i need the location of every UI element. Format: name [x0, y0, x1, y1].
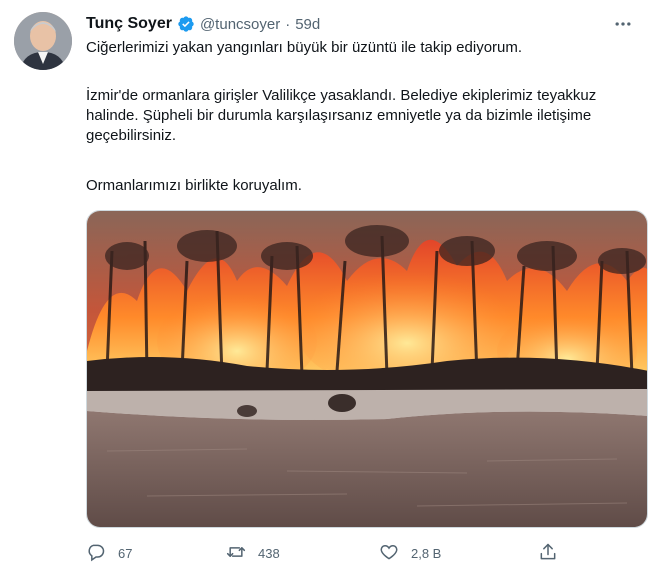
author-name[interactable]: Tunç Soyer [86, 15, 172, 33]
tweet-paragraph: İzmir'de ormanlara girişler Valilikçe ya… [86, 87, 597, 144]
reply-count: 67 [118, 545, 133, 561]
verified-badge-icon [177, 15, 195, 33]
share-button[interactable] [538, 540, 558, 566]
forest-fire-photo[interactable] [86, 210, 648, 528]
tweet[interactable]: Tunç Soyer @tuncsoyer · 59d Ciğerlerimiz… [0, 0, 650, 584]
like-button[interactable]: 2,8 B [379, 540, 441, 566]
heart-icon [379, 542, 399, 565]
reply-button[interactable]: 67 [86, 540, 132, 566]
tweet-paragraph: Ciğerlerimizi yakan yangınları büyük bir… [86, 39, 523, 56]
author-handle[interactable]: @tuncsoyer [200, 16, 280, 33]
reply-icon [86, 542, 106, 565]
retweet-button[interactable]: 438 [226, 540, 280, 566]
retweet-icon [226, 542, 246, 565]
like-count: 2,8 B [411, 545, 442, 561]
more-icon[interactable] [610, 12, 636, 36]
tweet-header: Tunç Soyer @tuncsoyer · 59d [86, 12, 320, 36]
avatar[interactable] [14, 12, 72, 70]
share-icon [538, 542, 558, 565]
tweet-paragraph: Ormanlarımızı birlikte koruyalım. [86, 177, 302, 194]
timestamp[interactable]: 59d [295, 16, 320, 33]
separator-dot: · [285, 15, 291, 33]
retweet-count: 438 [258, 545, 280, 561]
tweet-actions: 67 438 2,8 B [86, 540, 566, 566]
